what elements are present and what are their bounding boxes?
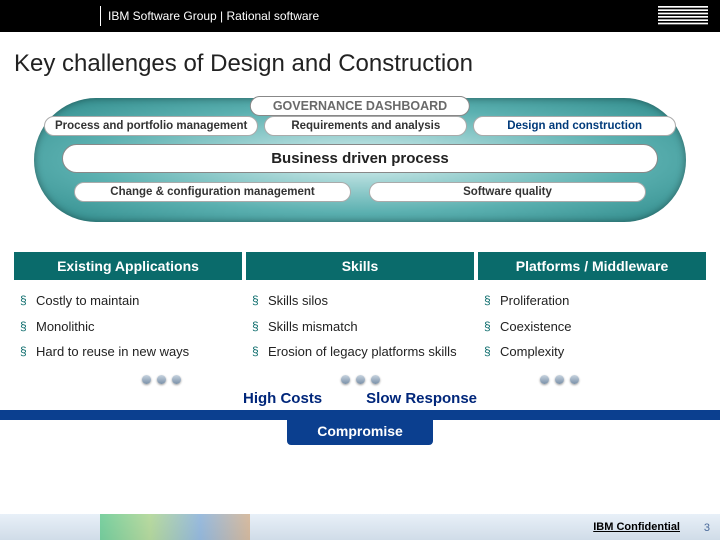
tab-change-config: Change & configuration management <box>74 182 351 202</box>
list-item: Proliferation <box>484 288 700 314</box>
governance-row-1: Process and portfolio management Require… <box>44 116 676 136</box>
list-item: Erosion of legacy platforms skills <box>252 339 468 365</box>
challenge-columns: Existing Applications Costly to maintain… <box>14 252 706 365</box>
governance-row-2: Change & configuration management Softwa… <box>74 182 646 202</box>
center-business-driven: Business driven process <box>62 144 658 173</box>
ibm-logo-icon <box>658 6 708 29</box>
list-item: Skills mismatch <box>252 314 468 340</box>
governance-pill: Process and portfolio management Require… <box>34 98 686 222</box>
governance-label: GOVERNANCE DASHBOARD <box>250 96 470 116</box>
footer-confidential: IBM Confidential <box>593 521 720 533</box>
col-head-platforms: Platforms / Middleware <box>478 252 706 280</box>
list-item: Complexity <box>484 339 700 365</box>
summary-slow-response: Slow Response <box>366 390 477 407</box>
slide-title: Key challenges of Design and Constructio… <box>0 32 720 90</box>
col-head-existing: Existing Applications <box>14 252 242 280</box>
summary-block: High Costs Slow Response Compromise <box>0 390 720 445</box>
header-group-text: IBM Software Group | Rational software <box>108 9 319 23</box>
list-item: Hard to reuse in new ways <box>20 339 236 365</box>
tab-requirements: Requirements and analysis <box>264 116 467 136</box>
summary-high-costs: High Costs <box>243 390 322 407</box>
list-item: Skills silos <box>252 288 468 314</box>
list-item: Coexistence <box>484 314 700 340</box>
footer-page-number: 3 <box>704 522 710 534</box>
summary-compromise: Compromise <box>287 419 433 445</box>
col-head-skills: Skills <box>246 252 474 280</box>
col-platforms: Platforms / Middleware Proliferation Coe… <box>478 252 706 365</box>
connector-dots <box>0 375 720 384</box>
tab-process-portfolio: Process and portfolio management <box>44 116 258 136</box>
list-item: Monolithic <box>20 314 236 340</box>
tab-software-quality: Software quality <box>369 182 646 202</box>
footer-bar: IBM Confidential 3 <box>0 514 720 540</box>
tab-design-construction: Design and construction <box>473 116 676 136</box>
footer-decoration-icon <box>100 514 250 540</box>
governance-diagram: GOVERNANCE DASHBOARD Process and portfol… <box>34 98 686 246</box>
col-skills: Skills Skills silos Skills mismatch Eros… <box>246 252 474 365</box>
list-item: Costly to maintain <box>20 288 236 314</box>
top-bar: IBM Software Group | Rational software <box>0 0 720 32</box>
col-existing-apps: Existing Applications Costly to maintain… <box>14 252 242 365</box>
